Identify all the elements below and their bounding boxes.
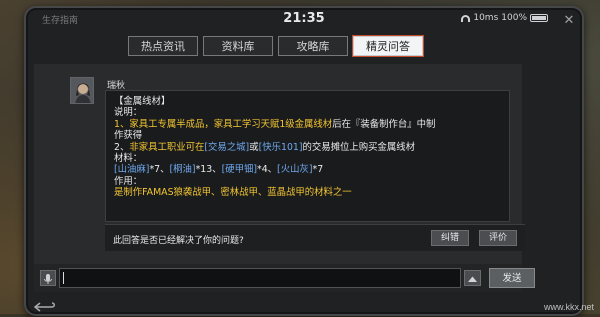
- text-segment: 作获得: [114, 130, 143, 142]
- status-indicators: 10ms 100%: [461, 13, 548, 23]
- text-segment: *4、: [257, 164, 278, 176]
- avatar: [70, 77, 94, 104]
- back-arrow-icon: [33, 302, 55, 312]
- item-title: 【金属线材】: [114, 96, 171, 107]
- text-segment: *13、: [195, 164, 222, 176]
- chat-input[interactable]: [59, 268, 461, 288]
- tab-database[interactable]: 资料库: [203, 36, 273, 56]
- answer-line: 作用：: [114, 176, 506, 187]
- microphone-icon: [44, 274, 52, 284]
- tab-hot-news[interactable]: 热点资讯: [128, 36, 198, 56]
- microphone-button[interactable]: [40, 270, 56, 286]
- network-latency: 10ms: [473, 13, 499, 23]
- answer-line: 2、非家具工职业可在[交易之城]或[快乐101]的交易摊位上购买金属线材: [114, 142, 506, 153]
- answer-line: [山油麻]*7、[桐油]*13、[硬甲钿]*4、[火山灰]*7: [114, 164, 506, 175]
- text-segment: 1、家具工专属半成品，家具工学习: [114, 118, 261, 130]
- link-material[interactable]: [火山灰]: [277, 164, 312, 175]
- close-icon[interactable]: ✕: [562, 14, 576, 28]
- chat-input-bar: 发送: [34, 264, 535, 292]
- answer-bubble: 【金属线材】 说明： 1、家具工专属半成品，家具工学习天赋1级金属线材后在『装备…: [105, 90, 510, 222]
- link-material[interactable]: [硬甲钿]: [222, 164, 257, 175]
- text-segment: FAMAS狼袭战甲、密林战甲、蓝晶战甲的材料之一: [142, 187, 352, 199]
- battery-percent: 100%: [501, 13, 527, 23]
- rate-button[interactable]: 评价: [479, 230, 517, 246]
- answer-line: 说明：: [114, 107, 506, 118]
- link-trade-city[interactable]: [交易之城]: [204, 142, 249, 153]
- tab-bar: 热点资讯 资料库 攻略库 精灵问答: [128, 36, 423, 58]
- text-segment: 的交易摊位上购买金属线材: [302, 141, 416, 153]
- watermark: www.kkx.net: [543, 302, 594, 312]
- text-segment: 是制作: [114, 187, 143, 199]
- tab-strategy[interactable]: 攻略库: [278, 36, 348, 56]
- wifi-icon: [461, 14, 471, 22]
- text-segment: 材料：: [114, 152, 143, 164]
- chevron-up-icon: [468, 276, 477, 282]
- feedback-bar: 此回答是否已经解决了你的问题? 纠错 评价: [105, 224, 525, 251]
- link-material[interactable]: [山油麻]: [114, 164, 149, 175]
- text-caret: [63, 272, 64, 284]
- text-segment: 2、: [114, 141, 130, 153]
- text-segment: *7: [312, 164, 324, 176]
- chat-panel: 瑞秋 【金属线材】 说明： 1、家具工专属半成品，家具工学习天赋1级金属线材后在…: [34, 64, 525, 264]
- answer-text: 【金属线材】 说明： 1、家具工专属半成品，家具工学习天赋1级金属线材后在『装备…: [114, 96, 506, 199]
- text-segment: *7、: [149, 164, 170, 176]
- text-segment: 作用：: [114, 175, 143, 187]
- send-button[interactable]: 发送: [489, 268, 535, 288]
- answer-line: 【金属线材】: [114, 96, 506, 107]
- feedback-question: 此回答是否已经解决了你的问题?: [113, 236, 244, 246]
- answer-line: 作获得: [114, 130, 506, 141]
- answer-line: 是制作FAMAS狼袭战甲、密林战甲、蓝晶战甲的材料之一: [114, 187, 506, 198]
- battery-icon: [530, 14, 548, 22]
- text-segment: 或: [249, 141, 259, 153]
- text-segment: 后在『装备制作台』中制: [332, 118, 436, 130]
- correct-button[interactable]: 纠错: [431, 230, 469, 246]
- back-button[interactable]: [32, 298, 58, 312]
- text-segment: 非家具工职业可在: [129, 141, 205, 153]
- answer-line: 1、家具工专属半成品，家具工学习天赋1级金属线材后在『装备制作台』中制: [114, 119, 506, 130]
- character-portrait-icon: [71, 78, 93, 103]
- status-bar: 生存指南 21:35 10ms 100%: [26, 8, 582, 30]
- expand-button[interactable]: [464, 270, 481, 286]
- text-segment: 说明：: [114, 107, 143, 119]
- text-segment: 天赋1级金属线材: [260, 118, 333, 130]
- link-material[interactable]: [桐油]: [169, 164, 195, 175]
- answer-line: 材料：: [114, 153, 506, 164]
- tab-spirit-qa[interactable]: 精灵问答: [353, 36, 423, 56]
- link-happy-101[interactable]: [快乐101]: [259, 142, 303, 153]
